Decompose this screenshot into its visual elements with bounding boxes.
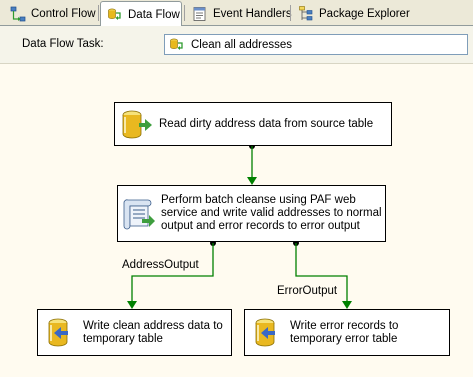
clean-destination-label: Write clean address data to temporary ta… — [83, 320, 223, 345]
path-address-output[interactable] — [127, 240, 216, 309]
error-destination-label: Write error records to temporary error t… — [290, 320, 399, 345]
data-flow-task-label: Data Flow Task: — [22, 38, 104, 50]
ole-db-destination-icon — [48, 318, 68, 347]
tab-control-flow-label: Control Flow — [31, 8, 96, 20]
data-flow-task-icon — [170, 38, 183, 50]
source-component-label: Read dirty address data from source tabl… — [159, 118, 374, 130]
tab-separator — [184, 5, 185, 21]
ole-db-destination-icon — [255, 318, 275, 347]
data-flow-task-select[interactable]: Clean all addresses — [164, 34, 468, 55]
tab-data-flow-label: Data Flow — [128, 8, 180, 21]
event-handlers-icon — [193, 7, 206, 21]
package-explorer-icon — [299, 6, 313, 21]
error-output-label: ErrorOutput — [277, 285, 338, 297]
script-component-icon — [123, 199, 155, 230]
tab-control-flow[interactable]: Control Flow — [4, 2, 98, 26]
data-flow-task-bar: Data Flow Task: Clean all addresses — [0, 26, 473, 64]
path-error-output[interactable] — [293, 240, 352, 309]
script-component-label: Perform batch cleanse using PAF web serv… — [161, 194, 382, 232]
designer-tab-strip: Control Flow Data Flow Event Handlers Pa… — [0, 0, 473, 27]
tab-separator — [290, 5, 291, 21]
path-source-to-script[interactable] — [247, 143, 257, 185]
tab-event-handlers[interactable]: Event Handlers — [186, 2, 292, 26]
tab-package-explorer-label: Package Explorer — [319, 8, 410, 20]
tab-data-flow[interactable]: Data Flow — [100, 1, 182, 27]
address-output-label: AddressOutput — [122, 259, 199, 271]
tab-separator — [98, 5, 99, 21]
data-flow-canvas[interactable]: AddressOutput ErrorOutput Read dirty add… — [0, 64, 473, 377]
data-flow-icon — [108, 8, 121, 20]
tab-package-explorer[interactable]: Package Explorer — [292, 2, 410, 26]
tab-event-handlers-label: Event Handlers — [213, 8, 292, 20]
ole-db-source-component[interactable]: Read dirty address data from source tabl… — [114, 102, 392, 146]
data-flow-task-value: Clean all addresses — [191, 38, 293, 51]
ole-db-destination-error[interactable]: Write error records to temporary error t… — [244, 309, 450, 356]
ole-db-source-icon — [122, 110, 152, 139]
script-component[interactable]: Perform batch cleanse using PAF web serv… — [117, 185, 386, 242]
ole-db-destination-clean[interactable]: Write clean address data to temporary ta… — [37, 309, 232, 356]
control-flow-icon — [10, 6, 26, 22]
